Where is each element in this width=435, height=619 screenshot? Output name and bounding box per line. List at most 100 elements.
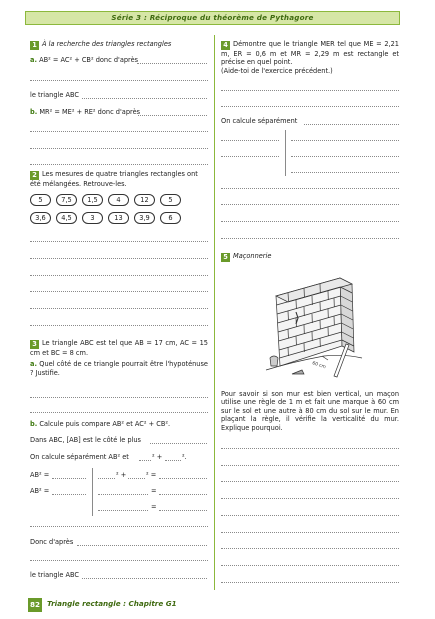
answer-line[interactable] (221, 156, 279, 157)
exercise-3: 3 Le triangle ABC est tel que AB = 17 cm,… (30, 339, 208, 377)
question-text: Pour savoir si son mur est bien vertical… (221, 390, 399, 432)
column-divider (214, 35, 215, 590)
calc-label: AB² = (30, 487, 50, 495)
fill-sentence: On calcule séparément (221, 117, 298, 125)
answer-line[interactable] (82, 98, 207, 99)
answer-line[interactable] (159, 510, 207, 511)
answer-line[interactable] (82, 578, 207, 579)
question-text: Démontre que le triangle MER tel que ME … (221, 40, 399, 67)
measure-oval: 4 (108, 194, 129, 206)
exercise-number: 1 (30, 41, 39, 50)
question-text: Le triangle ABC est tel que AB = 17 cm, … (30, 339, 208, 357)
answer-line[interactable] (30, 148, 208, 149)
answer-line[interactable] (137, 63, 207, 64)
answer-line[interactable] (221, 188, 399, 189)
answer-line[interactable] (291, 140, 399, 141)
answer-line[interactable] (221, 532, 399, 533)
answer-line[interactable] (30, 397, 208, 398)
answer-line[interactable] (30, 164, 208, 165)
fill-sentence: ² + (152, 453, 163, 461)
answer-line[interactable] (30, 325, 208, 326)
fill-sentence: Dans ABC, [AB] est le côté le plus (30, 436, 141, 444)
separator (92, 468, 93, 516)
separator (285, 130, 286, 176)
answer-line[interactable] (165, 460, 181, 461)
answer-line[interactable] (52, 494, 86, 495)
answer-line[interactable] (98, 510, 148, 511)
measure-oval: 1,5 (82, 194, 103, 206)
answer-line[interactable] (221, 106, 399, 107)
answer-line[interactable] (30, 241, 208, 242)
measure-oval: 12 (134, 194, 155, 206)
exercise-5: 5 Maçonnerie (221, 252, 271, 262)
measure-oval: 13 (108, 212, 129, 224)
answer-line[interactable] (30, 412, 208, 413)
answer-line[interactable] (159, 494, 207, 495)
measure-oval: 3 (82, 212, 103, 224)
answer-line[interactable] (98, 494, 148, 495)
answer-line[interactable] (30, 526, 208, 527)
answer-line[interactable] (159, 478, 207, 479)
hint-text: (Aide-toi de l'exercice précédent.) (221, 66, 333, 75)
question-text: AB² = AC² + CB² donc d'après (39, 56, 139, 64)
answer-line[interactable] (221, 515, 399, 516)
exercise-1: 1À la recherche des triangles rectangles… (30, 40, 208, 64)
answer-line[interactable] (30, 131, 208, 132)
exercise-number: 5 (221, 253, 230, 262)
answer-line[interactable] (150, 443, 207, 444)
answer-line[interactable] (221, 221, 399, 222)
answer-line[interactable] (304, 124, 399, 125)
page-number: 82 (28, 598, 42, 612)
calc-label: AB² = (30, 471, 50, 479)
answer-line[interactable] (221, 481, 399, 482)
answer-line[interactable] (139, 460, 151, 461)
exercise-4: 4 Démontre que le triangle MER tel que ME… (221, 40, 399, 75)
answer-line[interactable] (221, 90, 399, 91)
answer-line[interactable] (128, 478, 145, 479)
answer-line[interactable] (30, 308, 208, 309)
answer-line[interactable] (221, 498, 399, 499)
exercise-title: Maçonnerie (233, 252, 272, 260)
exercise-title: À la recherche des triangles rectangles (42, 40, 172, 48)
answer-line[interactable] (52, 478, 86, 479)
question-b: b. Calcule puis compare AB² et AC² + CB²… (30, 420, 171, 428)
fill-sentence: Donc d'après (30, 538, 74, 546)
answer-line[interactable] (138, 115, 207, 116)
exercise-number: 3 (30, 340, 39, 349)
question-text: Les mesures de quatre triangles rectangl… (30, 170, 198, 188)
answer-line[interactable] (291, 172, 399, 173)
answer-line[interactable] (221, 582, 399, 583)
exercise-number: 4 (221, 41, 230, 50)
answer-prompt: le triangle ABC (30, 91, 80, 99)
question-text: Quel côté de ce triangle pourrait être l… (30, 360, 208, 377)
answer-line[interactable] (291, 156, 399, 157)
calc-label: ² + (116, 471, 127, 479)
answer-line[interactable] (221, 238, 399, 239)
answer-line[interactable] (77, 545, 207, 546)
answer-line[interactable] (221, 548, 399, 549)
measure-oval: 5 (160, 194, 181, 206)
part-label: a. (30, 360, 37, 369)
answer-line[interactable] (221, 204, 399, 205)
part-label: a. (30, 56, 37, 64)
measure-oval: 7,5 (56, 194, 77, 206)
measures-row-1: 5 7,5 1,5 4 12 5 (30, 194, 181, 206)
brick-wall-illustration: 60 cm (265, 277, 363, 378)
exercise-number: 2 (30, 171, 39, 180)
exercise-2: 2 Les mesures de quatre triangles rectang… (30, 170, 210, 188)
answer-line[interactable] (221, 465, 399, 466)
answer-line[interactable] (221, 448, 399, 449)
answer-line[interactable] (30, 80, 208, 81)
answer-line[interactable] (98, 478, 115, 479)
answer-line[interactable] (30, 560, 208, 561)
answer-line[interactable] (221, 140, 279, 141)
measurement-label: 60 cm (311, 360, 326, 370)
answer-line[interactable] (221, 565, 399, 566)
answer-line[interactable] (30, 258, 208, 259)
measure-oval: 3,9 (134, 212, 155, 224)
calc-label: = (151, 503, 157, 511)
answer-line[interactable] (30, 291, 208, 292)
measure-oval: 3,6 (30, 212, 51, 224)
answer-line[interactable] (30, 275, 208, 276)
question-b: b. MR² = ME² + RE² donc d'après (30, 108, 141, 116)
